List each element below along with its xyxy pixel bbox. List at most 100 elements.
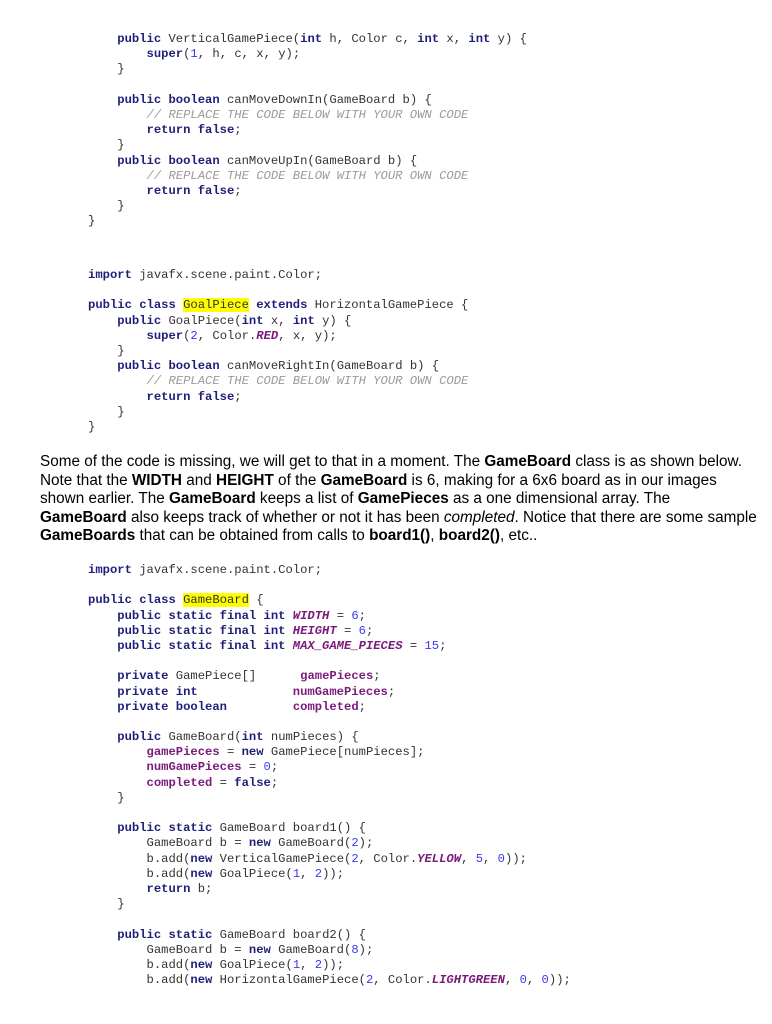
code-line: }	[88, 138, 527, 153]
code-token: GoalPiece(	[219, 866, 293, 881]
code-line: public boolean canMoveRightIn(GameBoard …	[88, 359, 468, 374]
code-token: =	[402, 638, 425, 653]
code-token: extends	[248, 298, 315, 313]
code-token: =	[329, 608, 352, 623]
code-block-game-board: import javafx.scene.paint.Color; public c…	[88, 563, 571, 988]
code-token: ,	[461, 851, 476, 866]
code-line: public class GoalPiece extends Horizonta…	[88, 298, 468, 313]
code-line: b.add(new VerticalGamePiece(2, Color.YEL…	[88, 852, 571, 867]
prose-text: as a one dimensional array. The	[448, 490, 671, 508]
code-token: // REPLACE THE CODE BELOW WITH YOUR OWN …	[146, 168, 469, 183]
highlighted-class-name: GoalPiece	[183, 298, 249, 313]
code-token: GameBoard(	[278, 942, 352, 957]
prose-text: that can be obtained from calls to	[135, 527, 370, 545]
code-token: b;	[197, 881, 213, 896]
code-token: int	[292, 313, 323, 328]
code-token: numPieces) {	[270, 730, 359, 745]
code-token: gamePieces	[300, 669, 374, 684]
code-token: ;	[365, 623, 374, 638]
code-line: public GameBoard(int numPieces) {	[88, 730, 571, 745]
code-line: public static GameBoard board1() {	[88, 821, 571, 836]
code-line: private int numGamePieces;	[88, 685, 571, 700]
code-token: ;	[373, 669, 381, 684]
code-line: super(2, Color.RED, x, y);	[88, 329, 468, 344]
code-token: 2	[314, 866, 323, 881]
code-token: ,	[300, 866, 315, 881]
code-token: new	[248, 942, 279, 957]
code-token: ;	[270, 760, 279, 775]
bold-term: board2()	[438, 527, 500, 545]
code-line: public GoalPiece(int x, int y) {	[88, 314, 468, 329]
code-token: GoalPiece(	[168, 313, 242, 328]
code-line: b.add(new GoalPiece(1, 2));	[88, 867, 571, 882]
code-token: }	[88, 214, 96, 229]
code-line: // REPLACE THE CODE BELOW WITH YOUR OWN …	[88, 169, 527, 184]
code-token: import	[88, 563, 140, 577]
code-token: , Color.	[197, 328, 257, 343]
code-token: int	[241, 313, 271, 328]
code-token: x,	[446, 32, 469, 46]
code-token: RED	[256, 328, 279, 343]
code-line: return b;	[88, 882, 571, 897]
code-token: super	[146, 47, 184, 62]
code-token: public class	[88, 593, 184, 608]
code-token: numGamePieces	[146, 760, 242, 775]
code-token: super	[146, 328, 184, 343]
code-line: private GamePiece[] gamePieces;	[88, 669, 571, 684]
code-token: 5	[475, 851, 484, 866]
code-token: GameBoard(	[168, 730, 242, 745]
code-line: }	[88, 405, 468, 420]
code-token: gamePieces	[146, 745, 220, 760]
code-token: return	[146, 881, 198, 896]
prose-text: Some of the code is missing, we will get…	[40, 453, 485, 470]
code-line: import javafx.scene.paint.Color;	[88, 268, 468, 283]
code-token: LIGHTGREEN	[431, 973, 505, 988]
code-token: b.add(	[88, 866, 191, 881]
code-token: {	[248, 593, 264, 608]
code-token: ;	[439, 638, 447, 653]
code-line: import javafx.scene.paint.Color;	[88, 563, 571, 578]
code-token: ));	[505, 851, 527, 866]
code-token: }	[88, 790, 125, 805]
code-token: numGamePieces	[292, 684, 388, 699]
code-line: gamePieces = new GamePiece[numPieces];	[88, 745, 571, 760]
code-token: GamePiece[]	[175, 669, 301, 684]
bold-term: GameBoard	[484, 453, 572, 470]
code-token: int	[417, 32, 447, 46]
code-token: );	[358, 836, 374, 851]
code-token: }	[88, 62, 125, 77]
code-line: public static GameBoard board2() {	[88, 928, 571, 943]
code-token: HorizontalGamePiece {	[314, 298, 469, 313]
code-token: , x, y);	[278, 328, 337, 343]
code-line: }	[88, 897, 571, 912]
code-token: javafx.scene.paint.Color;	[139, 268, 323, 282]
code-token: ;	[234, 183, 242, 198]
code-token: , Color.	[358, 851, 418, 866]
code-token: GameBoard b =	[88, 836, 249, 851]
code-token: return false	[146, 183, 235, 198]
code-token: ));	[322, 957, 345, 972]
code-token: YELLOW	[417, 851, 462, 866]
code-token: GoalPiece(	[219, 957, 293, 972]
code-token: x,	[270, 313, 293, 328]
code-token: private boolean	[117, 699, 227, 714]
code-token: =	[336, 623, 359, 638]
